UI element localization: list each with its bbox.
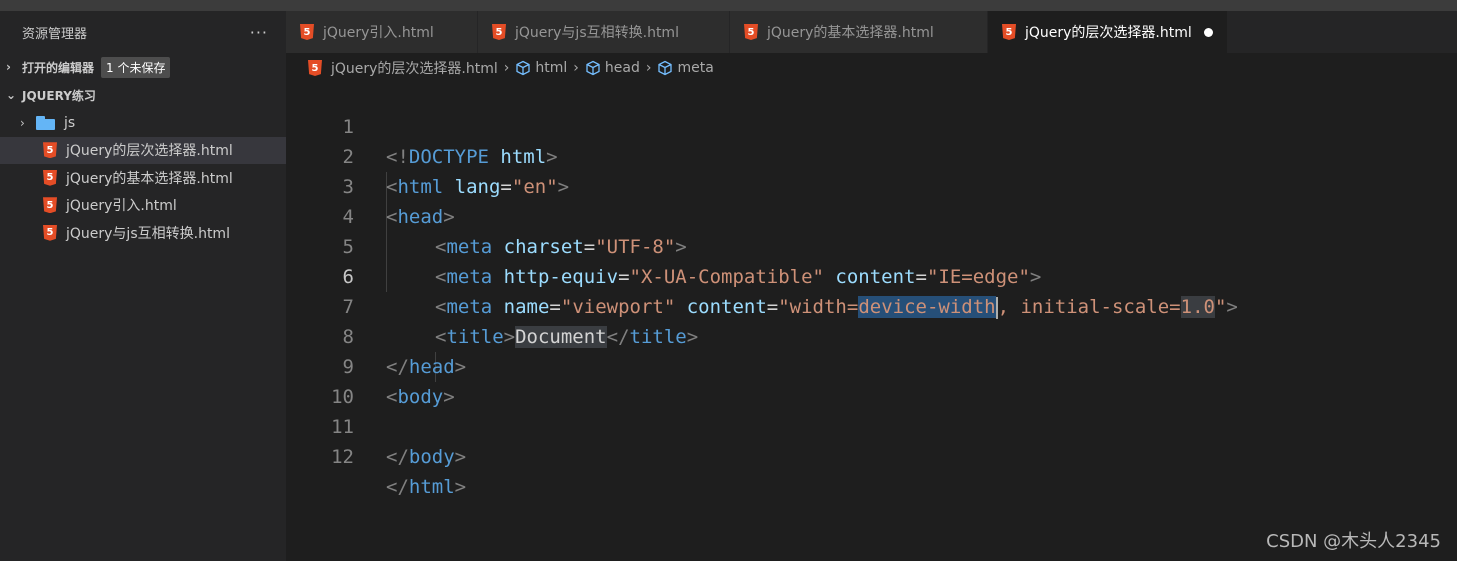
tree-item-label: jQuery的层次选择器.html — [66, 143, 233, 160]
code-line: 9 <body> — [286, 322, 455, 408]
code-line: 12 </html> — [286, 412, 466, 498]
tree-file-hierarchy[interactable]: 5 jQuery的层次选择器.html — [0, 136, 286, 164]
breadcrumb-html[interactable]: html — [515, 60, 567, 76]
symbol-element-icon — [658, 60, 673, 76]
code-editor[interactable]: 1 <!DOCTYPE html> 2 <html lang="en"> 3 <… — [286, 82, 1457, 561]
html5-icon: 5 — [43, 142, 57, 159]
tree-folder-js[interactable]: › js — [0, 109, 286, 137]
html5-icon: 5 — [300, 24, 314, 40]
breadcrumb-file[interactable]: 5 jQuery的层次选择器.html — [308, 58, 498, 78]
code-line: 7 <title>Document</title> — [286, 262, 698, 348]
chevron-right-icon: › — [20, 115, 25, 130]
breadcrumb-label: head — [604, 60, 640, 76]
project-section[interactable]: ⌄ JQUERY练习 — [0, 81, 286, 109]
explorer-title: 资源管理器 — [22, 26, 88, 42]
html5-icon: 5 — [744, 24, 758, 40]
selected-text: device-width — [858, 296, 996, 318]
tree-item-label: jQuery的基本选择器.html — [66, 170, 233, 187]
breadcrumb-separator: › — [573, 60, 579, 76]
tab-basic[interactable]: 5 jQuery的基本选择器.html — [730, 11, 988, 53]
html5-icon: 5 — [43, 169, 57, 186]
tab-intro[interactable]: 5 jQuery引入.html — [286, 11, 478, 53]
tree-item-label: jQuery与js互相转换.html — [66, 225, 230, 242]
open-editors-label: 打开的编辑器 — [22, 60, 95, 75]
tab-label: jQuery引入.html — [323, 25, 434, 41]
code-line: 10 — [286, 352, 354, 408]
folder-icon — [36, 115, 56, 130]
breadcrumb-meta[interactable]: meta — [657, 60, 714, 76]
html5-icon: 5 — [308, 60, 322, 76]
tree-file-convert[interactable]: 5 jQuery与js互相转换.html — [0, 219, 286, 247]
code-line: 3 <head> — [286, 142, 455, 228]
symbol-element-icon — [516, 60, 531, 76]
more-actions-icon[interactable]: ··· — [250, 23, 268, 42]
explorer-header: 资源管理器 ··· — [0, 11, 286, 53]
html5-icon: 5 — [43, 224, 57, 241]
html5-icon: 5 — [492, 24, 506, 40]
code-line-current: 6 <meta name="viewport" content="width=d… — [286, 232, 1238, 319]
tree-file-basic[interactable]: 5 jQuery的基本选择器.html — [0, 164, 286, 192]
code-line: 1 <!DOCTYPE html> — [286, 82, 558, 168]
breadcrumb-label: html — [535, 60, 568, 76]
title-bar — [0, 0, 1457, 11]
tab-convert[interactable]: 5 jQuery与js互相转换.html — [478, 11, 730, 53]
project-label: JQUERY练习 — [22, 88, 96, 103]
breadcrumb-label: jQuery的层次选择器.html — [331, 61, 498, 77]
breadcrumb-head[interactable]: head — [585, 60, 640, 76]
html5-icon: 5 — [43, 197, 57, 214]
breadcrumb-separator: › — [645, 60, 652, 76]
explorer-sidebar: 资源管理器 ··· › 打开的编辑器 1 个未保存 ⌄ JQUERY练习 › j… — [0, 11, 286, 561]
breadcrumb: 5 jQuery的层次选择器.html › html › head › meta — [286, 53, 1457, 83]
tab-label: jQuery与js互相转换.html — [515, 25, 679, 41]
unsaved-dot-icon[interactable] — [1203, 27, 1213, 37]
tree-file-intro[interactable]: 5 jQuery引入.html — [0, 192, 286, 220]
line-number: 12 — [331, 446, 354, 468]
html5-icon: 5 — [1002, 24, 1016, 40]
tab-label: jQuery的层次选择器.html — [1025, 25, 1192, 41]
breadcrumb-separator: › — [503, 60, 510, 76]
tab-hierarchy[interactable]: 5 jQuery的层次选择器.html — [988, 11, 1228, 53]
open-editors-section[interactable]: › 打开的编辑器 1 个未保存 — [0, 53, 286, 81]
tree-item-label: js — [64, 114, 76, 131]
code-line: 2 <html lang="en"> — [286, 112, 570, 198]
code-line: 11 </body> — [286, 382, 466, 468]
chevron-down-icon: ⌄ — [6, 88, 17, 102]
code-line: 8 </head> — [286, 292, 467, 378]
breadcrumb-label: meta — [677, 60, 714, 76]
watermark: CSDN @木头人2345 — [1266, 531, 1441, 552]
tab-label: jQuery的基本选择器.html — [767, 25, 934, 41]
tree-item-label: jQuery引入.html — [66, 198, 177, 215]
chevron-right-icon: › — [6, 60, 11, 74]
editor-tabs: 5 jQuery引入.html 5 jQuery与js互相转换.html 5 j… — [286, 11, 1457, 53]
code-line: 4 <meta charset="UTF-8"> — [286, 172, 687, 258]
symbol-element-icon — [586, 60, 600, 76]
code-line: 5 <meta http-equiv="X-UA-Compatible" con… — [286, 202, 1042, 288]
unsaved-badge: 1 个未保存 — [101, 56, 171, 78]
